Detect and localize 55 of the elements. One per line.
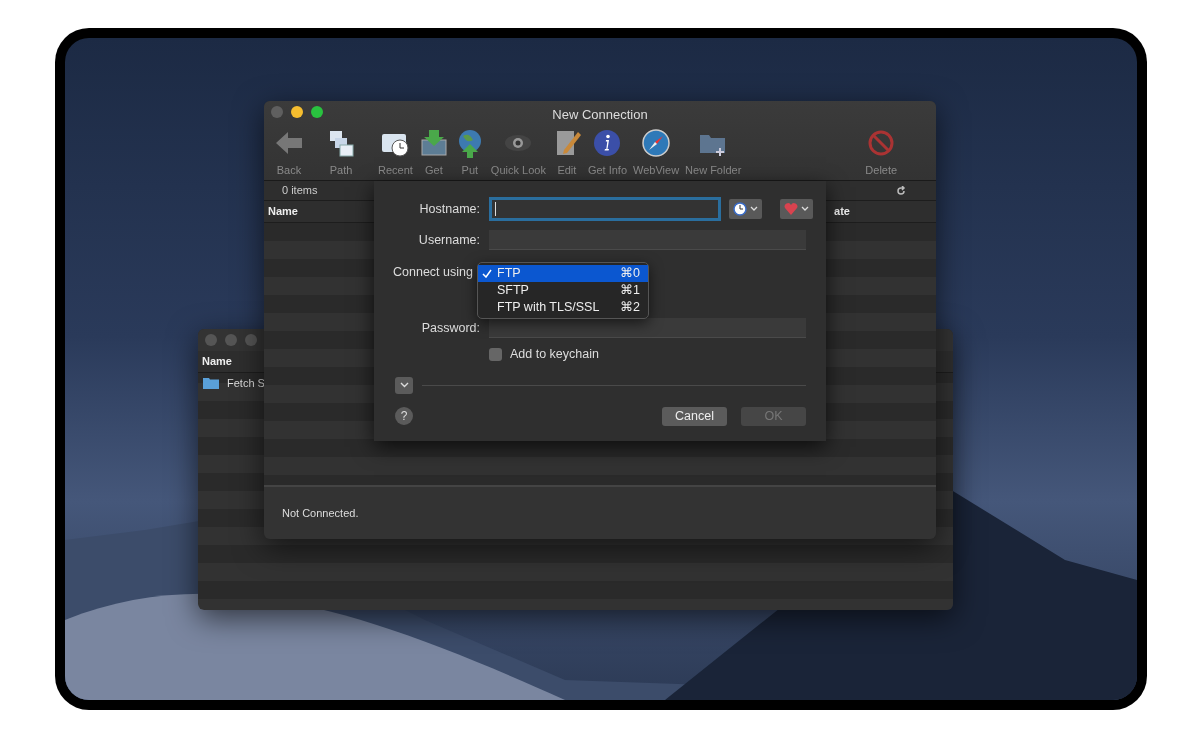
file-name[interactable]: Fetch S [227, 374, 265, 392]
toolbar-button[interactable]: Path [323, 128, 359, 179]
history-button[interactable] [729, 199, 762, 219]
toolbar-button[interactable]: WebView [630, 128, 683, 179]
clock-icon [733, 202, 747, 216]
compass-icon [641, 128, 672, 158]
status-text: Not Connected. [282, 505, 359, 521]
favorites-button[interactable] [780, 199, 813, 219]
menu-item[interactable]: FTP ⌘0 [478, 265, 648, 282]
chevron-down-icon [399, 382, 409, 389]
heart-icon [784, 202, 798, 216]
menu-item-label: FTP [497, 265, 521, 283]
menu-item[interactable]: FTP with TLS/SSL ⌘2 [478, 299, 648, 316]
field-label: Password: [420, 319, 480, 337]
window-title: New Connection [551, 106, 649, 124]
refresh-icon[interactable] [896, 185, 906, 196]
close-button[interactable] [205, 334, 217, 346]
close-button[interactable] [271, 106, 283, 118]
text-cursor [495, 202, 496, 216]
help-button[interactable]: ? [395, 407, 413, 426]
folder-icon [203, 377, 219, 389]
shortcut-text: ⌘1 [620, 282, 640, 300]
disclosure-button[interactable] [395, 376, 413, 394]
input-field[interactable] [489, 197, 721, 221]
shortcut-text: ⌘0 [620, 265, 640, 283]
info-icon [592, 128, 623, 158]
column-header[interactable]: Name [268, 203, 298, 220]
toolbar-button[interactable]: Put [451, 128, 488, 179]
field-label: Connect using [393, 265, 473, 279]
toolbar-button[interactable]: New Folder [682, 128, 745, 179]
menu-item[interactable]: SFTP ⌘1 [478, 282, 648, 299]
cancel-button[interactable]: Cancel [662, 406, 727, 426]
minimize-button[interactable] [291, 106, 303, 118]
toolbar-button[interactable]: Get [415, 128, 452, 179]
item-count: 0 items [282, 183, 318, 199]
password-field[interactable] [489, 318, 806, 338]
caret-icon [801, 206, 809, 212]
toolbar-button[interactable]: Get Info [584, 128, 631, 179]
toolbar-button[interactable]: Quick Look [487, 128, 549, 179]
caret-icon [750, 206, 758, 212]
column-header[interactable]: ate [834, 203, 850, 220]
toolbar-button[interactable]: Back [271, 128, 307, 179]
checkmark-icon [482, 269, 492, 279]
field-label: Hostname: [418, 200, 480, 218]
toolbar-button[interactable]: Edit [548, 128, 585, 179]
field-label: Username: [417, 231, 480, 249]
zoom-button[interactable] [311, 106, 323, 118]
download-icon [418, 128, 449, 158]
shortcut-text: ⌘2 [620, 299, 640, 317]
menu-item-label: SFTP [497, 282, 529, 300]
checkbox[interactable]: Add to keychain [489, 345, 599, 364]
toolbar-button[interactable]: Recent [375, 128, 416, 179]
toolbar-button[interactable]: Delete [862, 128, 901, 179]
menu-item-label: FTP with TLS/SSL [497, 299, 600, 317]
input-field[interactable] [489, 230, 806, 250]
